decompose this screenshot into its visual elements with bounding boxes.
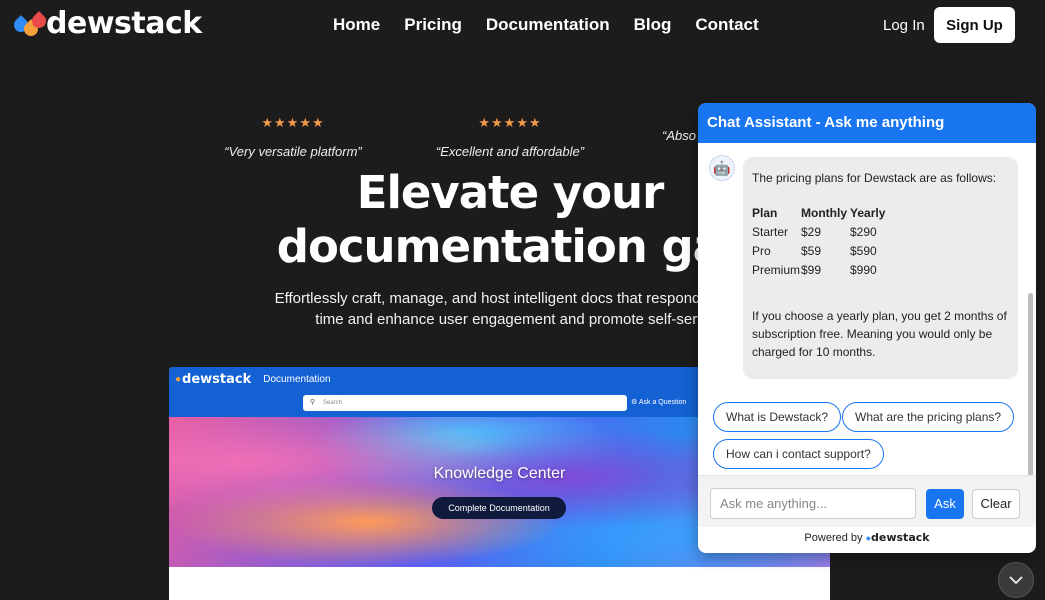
message-footer: If you choose a yearly plan, you get 2 m… [752,309,1007,359]
nav-pricing[interactable]: Pricing [404,15,462,35]
message-intro: The pricing plans for Dewstack are as fo… [752,171,997,185]
bot-message-bubble: The pricing plans for Dewstack are as fo… [743,157,1018,379]
powered-by: Powered by ●dewstack [698,531,1036,544]
nav-blog[interactable]: Blog [634,15,672,35]
header-yearly: Yearly [850,206,886,220]
header-plan: Plan [752,206,778,220]
dewstack-logo[interactable]: dewstack [11,6,202,41]
preview-ask-label: Ask a Question [638,399,687,406]
chat-input-row: Ask me anything... Ask Clear [698,475,1036,527]
search-icon: ⚲ [310,399,316,406]
review-1: ★★★★★ “Very versatile platform” [220,115,366,159]
robot-icon: ⚙ [631,399,638,406]
nav-documentation[interactable]: Documentation [486,15,610,35]
powered-brand[interactable]: dewstack [871,531,930,544]
preview-logo-icon: ● [175,373,182,385]
table-row: Starter $29 $290 [752,223,1009,242]
ask-button[interactable]: Ask [926,489,964,519]
header-monthly: Monthly [801,206,847,220]
review-quote: “Excellent and affordable” [435,144,585,159]
nav-home[interactable]: Home [333,15,380,35]
review-3: “Abso [662,115,702,143]
chat-input[interactable]: Ask me anything... [710,488,916,519]
chat-header: Chat Assistant - Ask me anything [698,103,1036,143]
suggestion-contact-support[interactable]: How can i contact support? [713,439,884,469]
preview-ask-question: ⚙ Ask a Question [631,398,686,406]
table-row: Pro $59 $590 [752,242,1009,261]
nav-links: Home Pricing Documentation Blog Contact [333,15,759,35]
plan-name: Starter [752,225,789,239]
signup-button[interactable]: Sign Up [934,7,1015,43]
logo-text: dewstack [46,6,202,41]
plan-name: Premium [752,263,801,277]
login-link[interactable]: Log In [883,17,925,34]
review-quote: “Abso [662,128,696,143]
chat-scrollbar[interactable] [1028,293,1033,475]
suggestion-pricing-plans[interactable]: What are the pricing plans? [842,402,1015,432]
chat-messages[interactable]: 🤖 The pricing plans for Dewstack are as … [698,143,1036,475]
preview-section-label: Documentation [263,373,331,385]
stars-icon: ★★★★★ [478,115,542,130]
preview-search-input: ⚲ Search [303,395,627,411]
collapse-chat-button[interactable] [998,562,1034,598]
top-nav: dewstack Home Pricing Documentation Blog… [0,0,1045,52]
review-2: ★★★★★ “Excellent and affordable” [432,115,588,159]
pricing-table: Plan Monthly Yearly Starter $29 $290 Pro… [752,204,1009,280]
table-row: Premium $99 $990 [752,261,1009,280]
suggestion-what-is-dewstack[interactable]: What is Dewstack? [713,402,842,432]
plan-monthly: $99 [801,263,822,277]
review-quote: “Very versatile platform” [224,144,362,159]
preview-logo: dewstack [182,371,252,387]
plan-yearly: $990 [850,263,877,277]
plan-name: Pro [752,244,771,258]
plan-monthly: $59 [801,244,822,258]
preview-search-placeholder: Search [323,400,343,406]
drops-logo-icon [11,8,49,40]
chevron-down-icon [1009,576,1023,585]
preview-complete-docs-button: Complete Documentation [432,497,566,519]
nav-contact[interactable]: Contact [695,15,758,35]
pricing-table-header: Plan Monthly Yearly [752,204,1009,223]
chat-widget: Chat Assistant - Ask me anything 🤖 The p… [698,103,1036,553]
clear-button[interactable]: Clear [972,489,1020,519]
stars-icon: ★★★★★ [261,115,325,130]
bot-avatar-icon: 🤖 [709,155,735,181]
powered-by-label: Powered by [804,532,863,544]
plan-yearly: $290 [850,225,877,239]
plan-monthly: $29 [801,225,822,239]
plan-yearly: $590 [850,244,877,258]
